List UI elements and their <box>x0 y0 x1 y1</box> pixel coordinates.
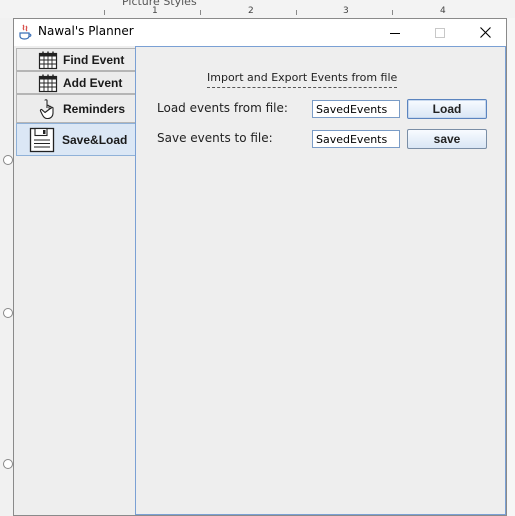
minimize-button[interactable] <box>372 19 418 46</box>
window-content: Find Event Add Event Reminders Save&Load… <box>14 46 506 515</box>
resize-handle[interactable] <box>3 308 13 318</box>
ruler-number: 1 <box>152 6 158 16</box>
calendar-icon <box>37 49 59 71</box>
close-icon <box>479 27 491 38</box>
load-button[interactable]: Load <box>407 99 487 119</box>
ruler-number: 2 <box>248 6 254 16</box>
document-save-icon <box>28 126 56 154</box>
tab-add-event[interactable]: Add Event <box>16 71 136 94</box>
resize-handle[interactable] <box>3 155 13 165</box>
save-load-panel: Import and Export Events from file Load … <box>135 46 506 515</box>
save-filename-input[interactable] <box>312 130 400 148</box>
ruler-number: 4 <box>440 6 446 16</box>
calendar-icon <box>37 72 59 94</box>
tab-reminders[interactable]: Reminders <box>16 94 136 123</box>
minimize-icon <box>390 32 400 34</box>
host-left-margin <box>0 18 13 516</box>
host-ribbon: Picture Styles 1 2 3 4 <box>0 0 515 19</box>
close-button[interactable] <box>462 19 508 46</box>
title-bar[interactable]: Nawal's Planner <box>14 19 506 46</box>
load-label: Load events from file: <box>157 101 288 115</box>
load-filename-input[interactable] <box>312 100 400 118</box>
ruler-number: 3 <box>343 6 349 16</box>
tab-label: Add Event <box>63 75 123 90</box>
hand-pointer-icon <box>37 98 59 120</box>
tab-find-event[interactable]: Find Event <box>16 48 136 71</box>
tab-label: Reminders <box>63 101 126 116</box>
host-ruler: 1 2 3 4 <box>0 6 515 18</box>
tab-label: Find Event <box>63 52 125 67</box>
maximize-button[interactable] <box>417 19 463 46</box>
host-right-margin <box>507 18 515 516</box>
java-app-icon <box>18 24 32 40</box>
planner-window: Nawal's Planner Find Event Add Event Rem… <box>13 18 507 516</box>
save-button[interactable]: save <box>407 129 487 149</box>
resize-handle[interactable] <box>3 459 13 469</box>
tab-label: Save&Load <box>62 132 128 147</box>
tab-save-load[interactable]: Save&Load <box>16 123 137 156</box>
window-title: Nawal's Planner <box>38 24 134 38</box>
save-label: Save events to file: <box>157 131 273 145</box>
panel-title: Import and Export Events from file <box>207 71 398 88</box>
maximize-icon <box>435 27 445 38</box>
host-ribbon-label: Picture Styles <box>122 0 197 8</box>
